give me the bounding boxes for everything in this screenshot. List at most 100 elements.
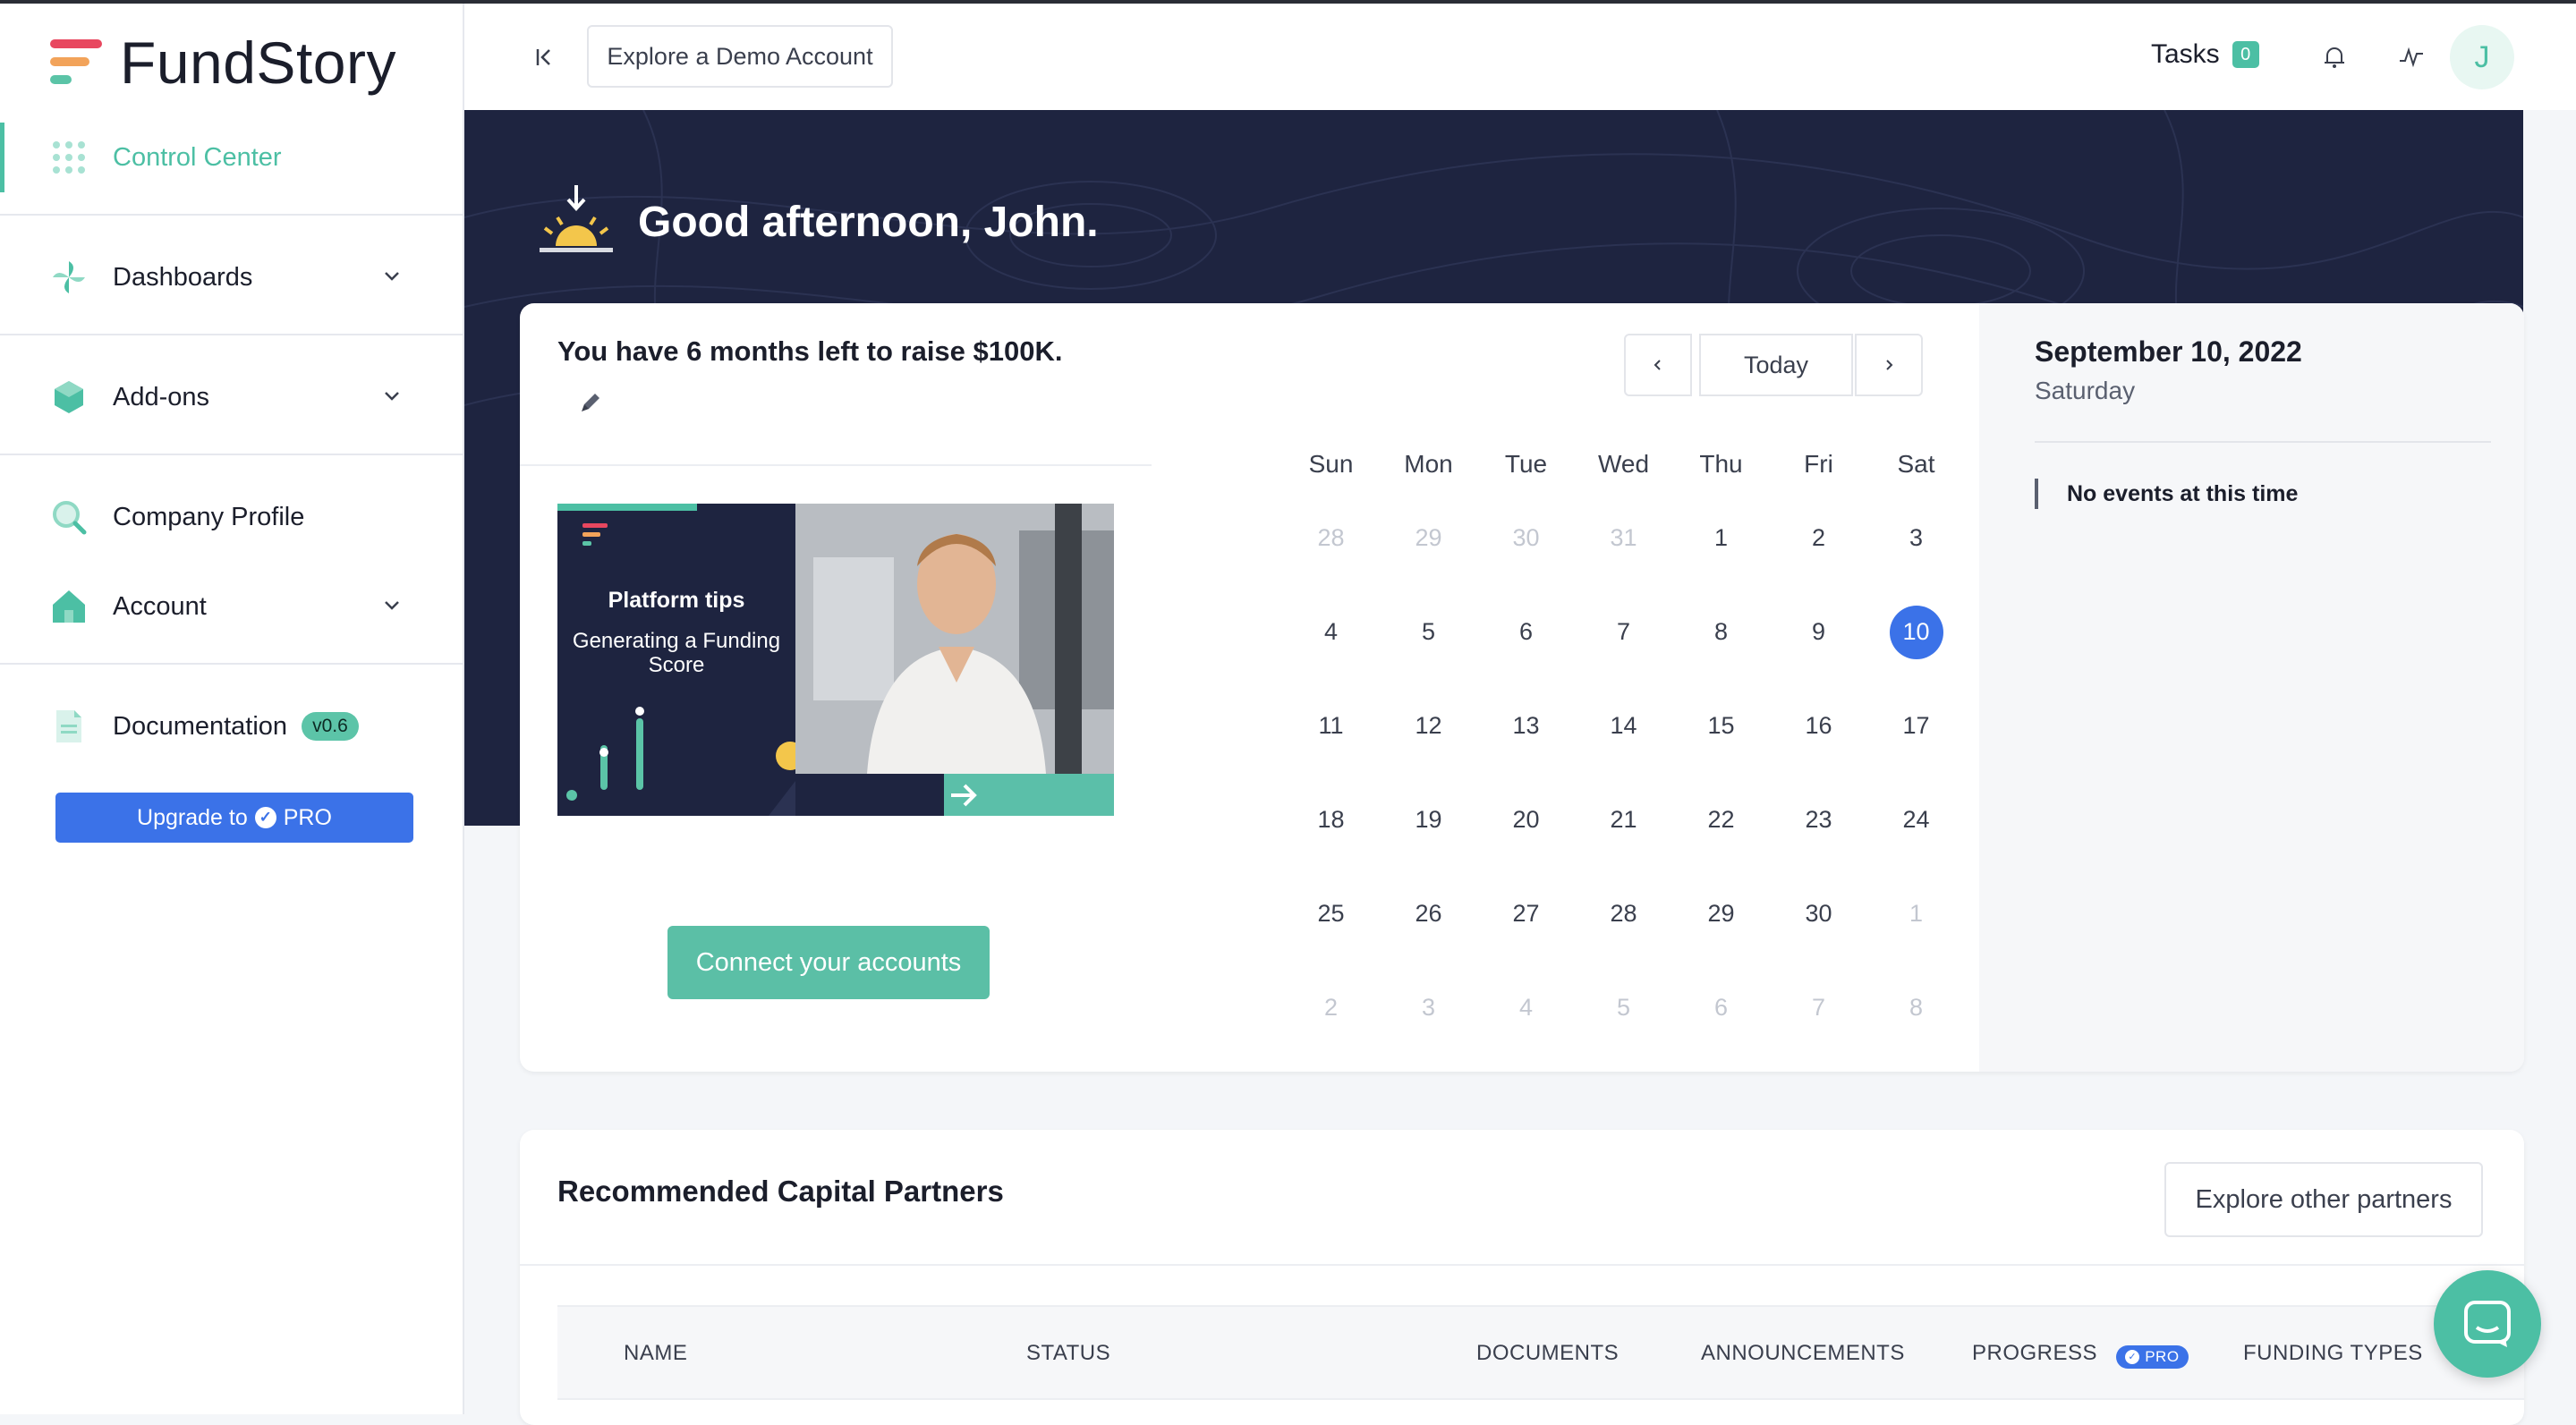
calendar-day[interactable]: 30	[1770, 867, 1867, 961]
fundraising-card: You have 6 months left to raise $100K. P…	[520, 303, 2524, 1072]
calendar-day[interactable]: 27	[1477, 867, 1575, 961]
calendar-day-number: 16	[1805, 712, 1832, 739]
top-bar: Explore a Demo Account Tasks 0 J	[464, 4, 2576, 110]
calendar-day[interactable]: 4	[1282, 585, 1380, 679]
notifications-button[interactable]	[2315, 38, 2354, 77]
prev-month-button[interactable]	[1624, 334, 1692, 396]
calendar-day[interactable]: 1	[1672, 491, 1770, 585]
app-logo[interactable]: FundStory	[50, 29, 396, 97]
calendar-day[interactable]: 25	[1282, 867, 1380, 961]
calendar-day-number: 10	[1889, 605, 1943, 659]
hexagon-icon	[50, 378, 88, 416]
calendar-day-outside-month[interactable]: 5	[1575, 961, 1672, 1055]
sidebar-item-control-center[interactable]: Control Center	[0, 123, 463, 192]
column-header-progress[interactable]: PROGRESS ✓ PRO	[1972, 1341, 2189, 1369]
calendar-day-outside-month[interactable]: 1	[1867, 867, 1965, 961]
pro-badge-label: PRO	[2145, 1347, 2180, 1365]
calendar-day-outside-month[interactable]: 4	[1477, 961, 1575, 1055]
platform-tips-video[interactable]: Platform tips Generating a Funding Score	[557, 504, 1114, 816]
calendar-day-number: 28	[1610, 900, 1637, 927]
calendar-day[interactable]: 23	[1770, 773, 1867, 867]
column-header-documents[interactable]: DOCUMENTS	[1476, 1341, 1619, 1366]
tasks-button[interactable]: Tasks 0	[2151, 39, 2259, 70]
calendar-body: 28 29 30 31 1 2 3 4 5 6 7 8 9 10 11 12 13 14 15 16 17 18 19 20 2…	[1282, 491, 1968, 1055]
connect-accounts-button[interactable]: Connect your accounts	[667, 926, 990, 999]
calendar-day[interactable]: 21	[1575, 773, 1672, 867]
calendar-day[interactable]: 26	[1380, 867, 1477, 961]
sidebar-item-company-profile[interactable]: Company Profile	[0, 482, 463, 552]
calendar-day-number: 20	[1512, 806, 1540, 833]
calendar-day[interactable]: 6	[1477, 585, 1575, 679]
calendar-day-number: 2	[1323, 994, 1339, 1021]
calendar-day-outside-month[interactable]: 29	[1380, 491, 1477, 585]
calendar-day-outside-month[interactable]: 3	[1380, 961, 1477, 1055]
calendar-day-outside-month[interactable]: 28	[1282, 491, 1380, 585]
edit-goal-button[interactable]	[577, 389, 604, 416]
check-badge-icon: ✓	[2125, 1349, 2140, 1364]
sidebar-item-add-ons[interactable]: Add-ons	[0, 362, 463, 432]
sidebar-item-label: Company Profile	[113, 502, 305, 531]
column-header-announcements[interactable]: ANNOUNCEMENTS	[1701, 1341, 1905, 1366]
chat-launcher-button[interactable]	[2434, 1270, 2541, 1378]
calendar-day[interactable]: 11	[1282, 679, 1380, 773]
column-header-status[interactable]: STATUS	[1026, 1341, 1110, 1366]
explore-demo-account-button[interactable]: Explore a Demo Account	[587, 25, 893, 88]
calendar-day[interactable]: 3	[1867, 491, 1965, 585]
video-decoration	[566, 707, 795, 816]
calendar-week-row: 25 26 27 28 29 30 1	[1282, 867, 1968, 961]
user-avatar[interactable]: J	[2450, 25, 2514, 89]
calendar-day[interactable]: 22	[1672, 773, 1770, 867]
today-button[interactable]: Today	[1699, 334, 1853, 396]
weekday-label: Mon	[1404, 450, 1453, 478]
column-header-funding-types[interactable]: FUNDING TYPES	[2243, 1341, 2423, 1366]
calendar-day[interactable]: 20	[1477, 773, 1575, 867]
next-month-button[interactable]	[1855, 334, 1923, 396]
greeting-text: Good afternoon, John.	[638, 198, 1099, 246]
calendar-day[interactable]: 13	[1477, 679, 1575, 773]
calendar-day[interactable]: 8	[1672, 585, 1770, 679]
calendar-day-number: 21	[1610, 806, 1637, 833]
calendar-day[interactable]: 17	[1867, 679, 1965, 773]
sidebar-item-documentation[interactable]: Documentation v0.6	[0, 691, 463, 761]
calendar-day[interactable]: 7	[1575, 585, 1672, 679]
weekday-label: Thu	[1699, 450, 1743, 478]
calendar-day-outside-month[interactable]: 7	[1770, 961, 1867, 1055]
calendar-day[interactable]: 15	[1672, 679, 1770, 773]
calendar-day-outside-month[interactable]: 6	[1672, 961, 1770, 1055]
calendar-day-outside-month[interactable]: 31	[1575, 491, 1672, 585]
collapse-left-icon	[536, 49, 550, 65]
calendar-day[interactable]: 2	[1770, 491, 1867, 585]
calendar-day[interactable]: 29	[1672, 867, 1770, 961]
column-header-name[interactable]: NAME	[624, 1341, 687, 1366]
tasks-count-badge: 0	[2232, 41, 2259, 68]
sidebar-item-dashboards[interactable]: Dashboards	[0, 242, 463, 312]
panel-divider	[2035, 441, 2491, 443]
version-badge: v0.6	[302, 712, 359, 741]
collapse-sidebar-button[interactable]	[527, 39, 563, 75]
upgrade-pro-button[interactable]: Upgrade to ✓ PRO	[55, 793, 413, 843]
calendar-day-outside-month[interactable]: 2	[1282, 961, 1380, 1055]
calendar-day-outside-month[interactable]: 8	[1867, 961, 1965, 1055]
sidebar-divider	[0, 663, 463, 665]
calendar-day[interactable]: 5	[1380, 585, 1477, 679]
calendar-day-number: 22	[1707, 806, 1735, 833]
grid-dots-icon	[50, 139, 88, 176]
calendar-day[interactable]: 19	[1380, 773, 1477, 867]
sidebar-divider	[0, 454, 463, 455]
explore-other-partners-button[interactable]: Explore other partners	[2164, 1162, 2483, 1237]
calendar-day[interactable]: 14	[1575, 679, 1672, 773]
calendar-day[interactable]: 28	[1575, 867, 1672, 961]
right-gutter	[2523, 110, 2576, 1414]
calendar-day[interactable]: 18	[1282, 773, 1380, 867]
calendar-day[interactable]: 9	[1770, 585, 1867, 679]
capital-partners-card: Recommended Capital Partners Explore oth…	[520, 1130, 2524, 1425]
activity-button[interactable]	[2392, 38, 2431, 77]
calendar-day-selected[interactable]: 10	[1867, 585, 1965, 679]
sidebar-item-account[interactable]: Account	[0, 572, 463, 641]
calendar-day-number: 15	[1707, 712, 1735, 739]
calendar-day-outside-month[interactable]: 30	[1477, 491, 1575, 585]
calendar-day[interactable]: 16	[1770, 679, 1867, 773]
calendar-day[interactable]: 12	[1380, 679, 1477, 773]
calendar-day-number: 28	[1317, 524, 1345, 551]
calendar-day[interactable]: 24	[1867, 773, 1965, 867]
